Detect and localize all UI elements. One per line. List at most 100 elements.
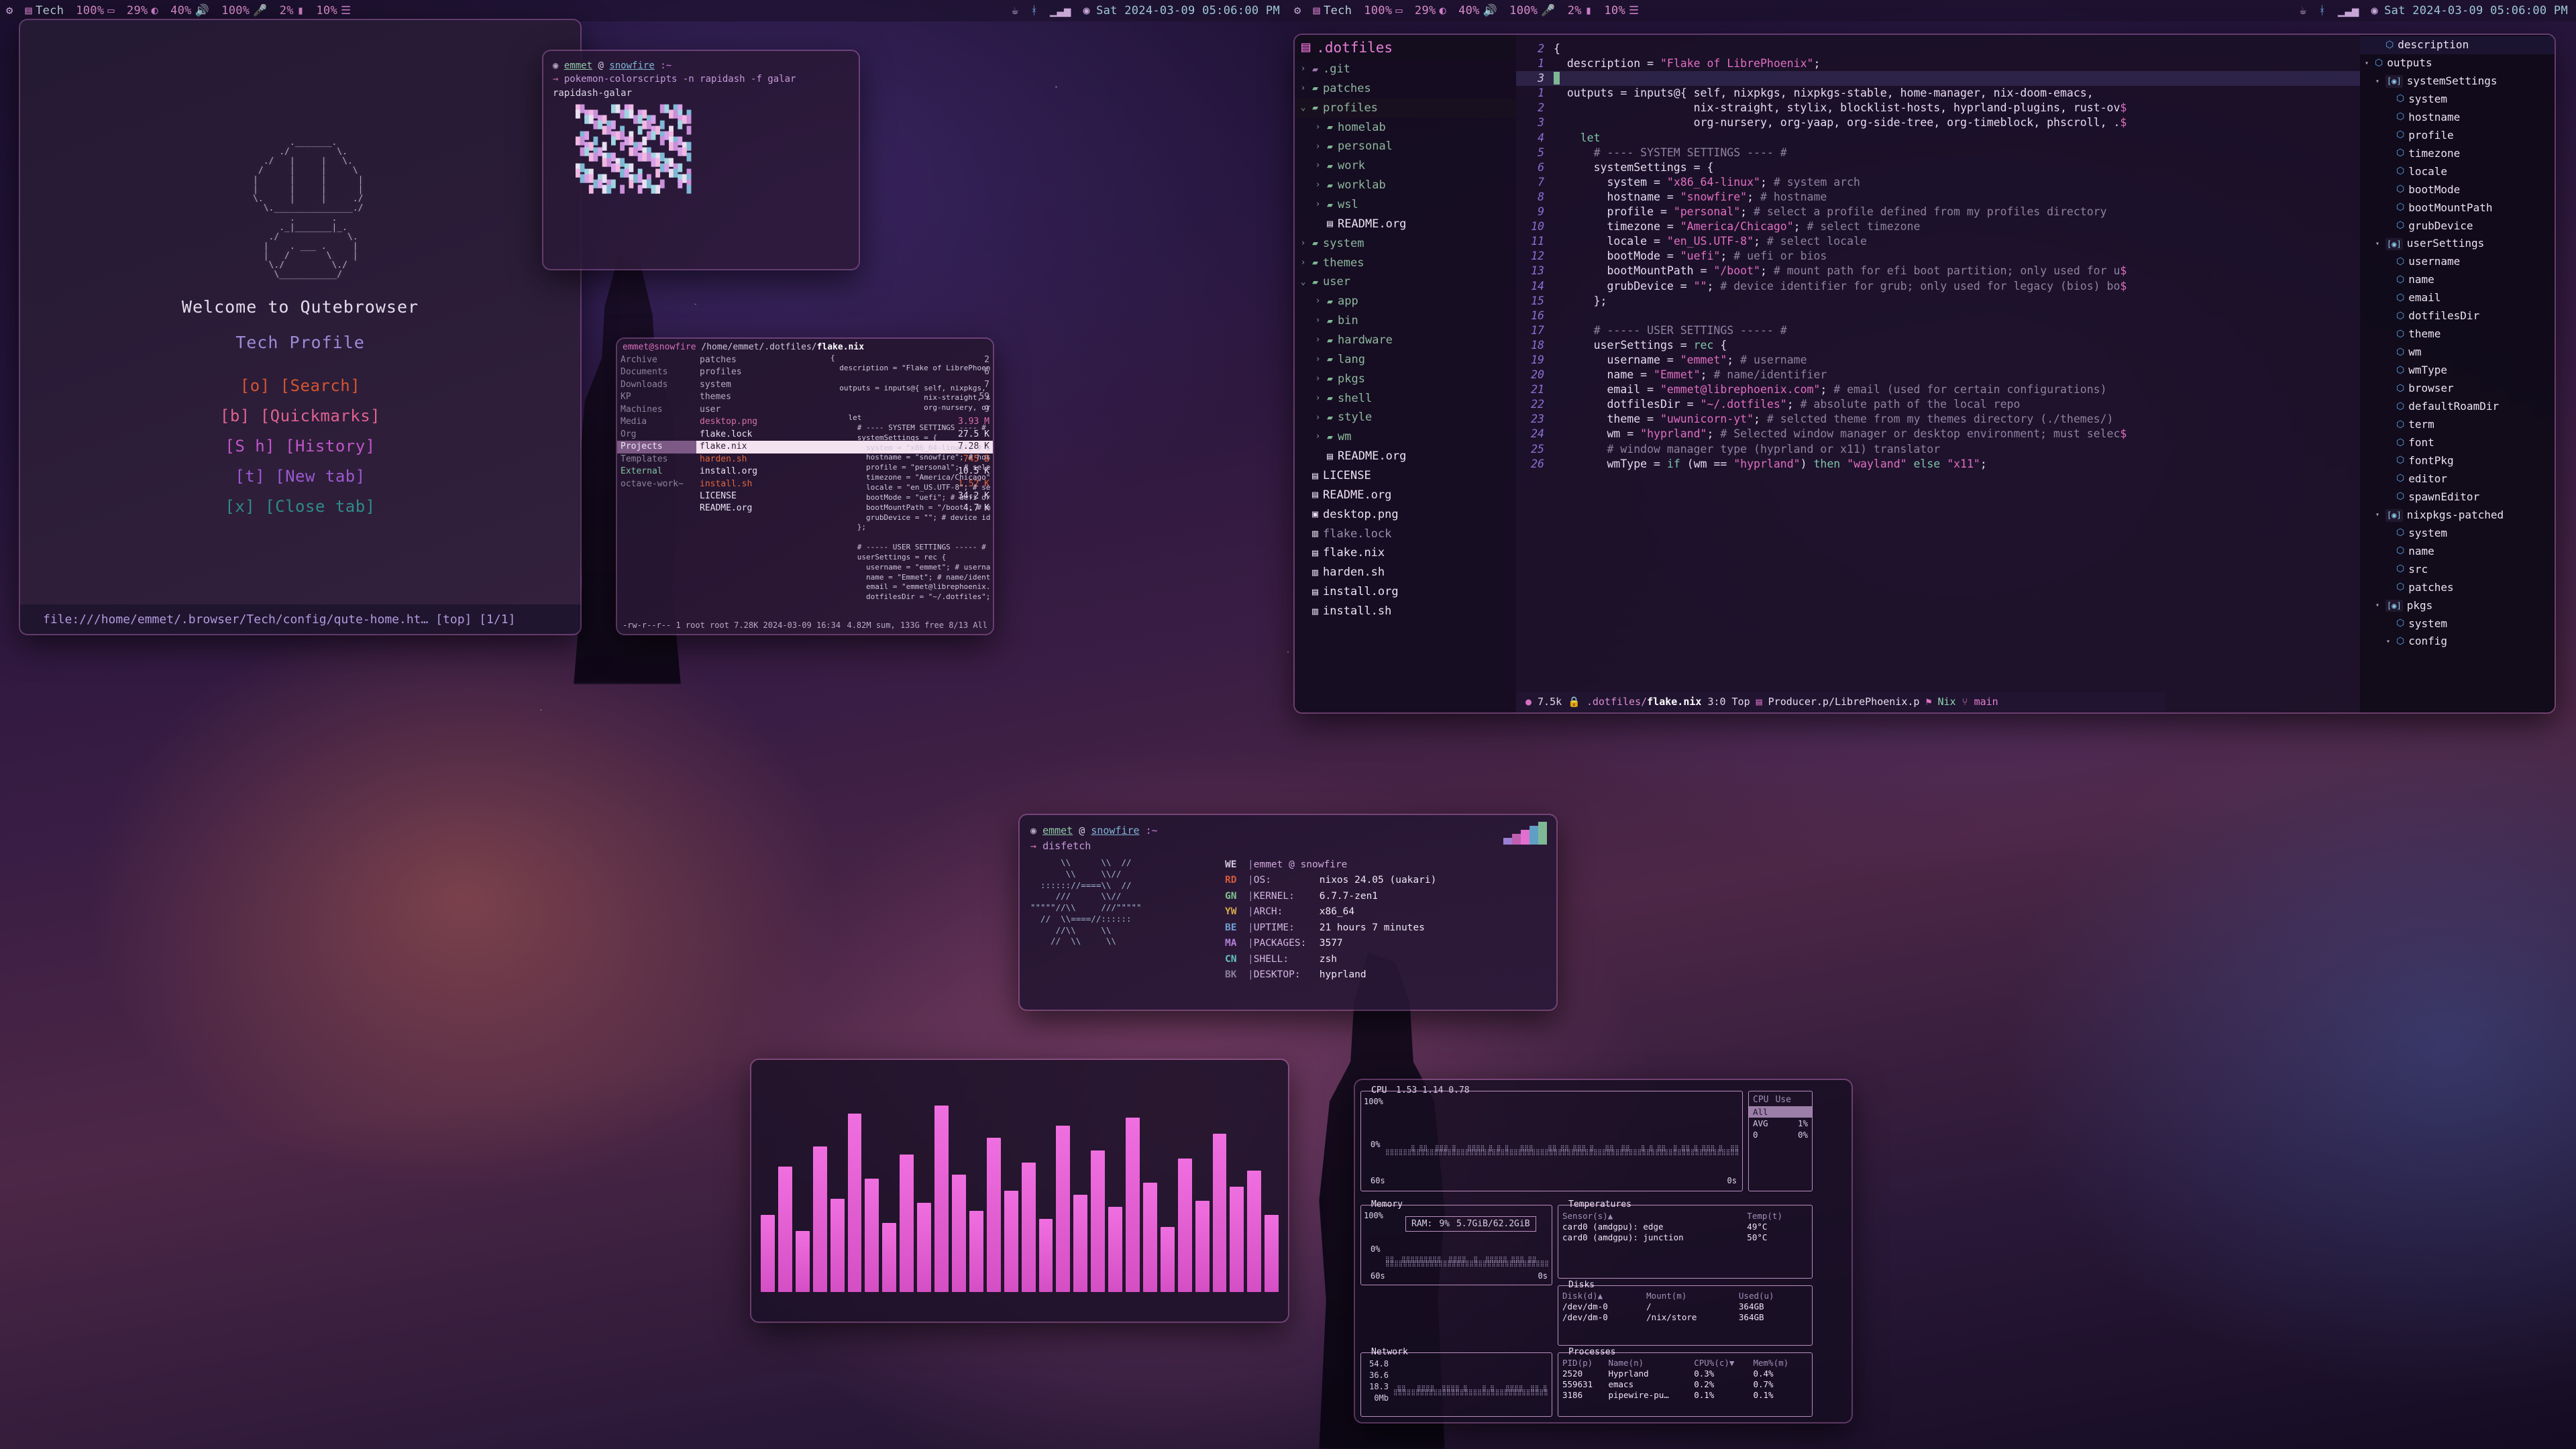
treemacs-node[interactable]: ▤ LICENSE [1295, 466, 1516, 486]
ranger-parent-item[interactable]: octave-work~ [617, 478, 696, 490]
outline-node[interactable]: ▾ ⬡ config [2360, 633, 2555, 651]
outline-node[interactable]: ▾ [◉] nixpkgs-patched [2360, 506, 2555, 525]
outline-node[interactable]: ⬡ theme [2360, 325, 2555, 343]
btop-table-header[interactable]: CPU%(c)▼ [1694, 1358, 1753, 1368]
gear-icon[interactable]: ⚙ [0, 4, 19, 17]
outline-node[interactable]: ⬡ system [2360, 525, 2555, 543]
chevron-icon[interactable]: › [1299, 62, 1307, 76]
chevron-icon[interactable]: › [1313, 411, 1322, 425]
ranger-parent-item[interactable]: KP [617, 391, 696, 403]
treemacs-node[interactable]: › ▰ style [1295, 408, 1516, 427]
outline-node[interactable]: ⬡ name [2360, 271, 2555, 289]
treemacs-node[interactable]: ▤ install.org [1295, 582, 1516, 602]
battery-indicator[interactable]: 29% ◐ [121, 4, 164, 17]
chevron-icon[interactable]: › [1313, 178, 1322, 193]
treemacs-node[interactable]: › ▰ shell [1295, 389, 1516, 409]
brightness-indicator[interactable]: 100% ▭ [70, 4, 121, 17]
btop-table-header[interactable]: Disk(d)▲ [1562, 1291, 1646, 1301]
cpu-indicator-2[interactable]: 2% ▮ [1562, 4, 1599, 17]
chevron-icon[interactable]: › [1313, 353, 1322, 367]
outline-node[interactable]: ⬡ email [2360, 289, 2555, 307]
btop-table-header[interactable]: Sensor(s)▲ [1562, 1211, 1747, 1222]
chevron-icon[interactable]: › [1299, 237, 1307, 251]
cpu-indicator[interactable]: 2% ▮ [274, 4, 311, 17]
btop-table-header[interactable]: Mem%(m) [1753, 1358, 1805, 1368]
chevron-icon[interactable]: › [1313, 314, 1322, 328]
signal-icon-2[interactable]: ▁▃▅ [2332, 4, 2365, 17]
workspace-indicator-2[interactable]: ▤ Tech [1307, 4, 1358, 17]
outline-node[interactable]: ⬡ spawnEditor [2360, 488, 2555, 506]
outline-node[interactable]: ⬡ term [2360, 416, 2555, 434]
chevron-icon[interactable]: ⌄ [1299, 276, 1307, 290]
triangle-icon[interactable]: ▾ [2373, 600, 2381, 611]
treemacs-node[interactable]: ▤ flake.nix [1295, 543, 1516, 563]
btop-process-row[interactable]: 2520 Hyprland 0.3% 0.4% [1562, 1368, 1806, 1379]
chevron-icon[interactable]: › [1313, 198, 1322, 212]
qutebrowser-menu-item[interactable]: [S h] [History] [225, 437, 375, 455]
outline-node[interactable]: ⬡ hostname [2360, 109, 2555, 127]
treemacs-node[interactable]: › ▰ work [1295, 156, 1516, 176]
btop-disk-row[interactable]: /dev/dm-0/364GB [1562, 1301, 1806, 1312]
outline-node[interactable]: ⬡ src [2360, 561, 2555, 579]
treemacs-node[interactable]: › ▰ themes [1295, 254, 1516, 273]
outline-node[interactable]: ⬡ browser [2360, 380, 2555, 398]
treemacs-node[interactable]: › ▰ pkgs [1295, 370, 1516, 389]
disfetch-terminal-window[interactable]: ◉ emmet @ snowfire :~ → disfetch \\ \\ /… [1020, 815, 1556, 1010]
battery-indicator-2[interactable]: 29% ◐ [1409, 4, 1452, 17]
outline-node[interactable]: ▾ [◉] pkgs [2360, 597, 2555, 615]
outline-node[interactable]: ⬡ dotfilesDir [2360, 307, 2555, 325]
qutebrowser-menu-item[interactable]: [x] [Close tab] [225, 497, 375, 516]
chevron-icon[interactable]: › [1313, 294, 1322, 309]
treemacs-node[interactable]: › ▰ wsl [1295, 195, 1516, 215]
outline-node[interactable]: ⬡ timezone [2360, 145, 2555, 163]
btop-system-monitor-window[interactable]: CPU 1.53 1.14 0.78 100% 0% 60s 0s ⣿⣿ ⣿ ⣿… [1355, 1080, 1851, 1422]
ranger-parent-item[interactable]: Media [617, 416, 696, 428]
triangle-icon[interactable]: ▾ [2363, 58, 2371, 69]
outline-node[interactable]: ⬡ defaultRoamDir [2360, 398, 2555, 416]
emacs-code-buffer[interactable]: 2{1 description = "Flake of LibrePhoenix… [1516, 35, 2360, 712]
chevron-icon[interactable]: › [1313, 333, 1322, 347]
triangle-icon[interactable]: ▾ [2373, 510, 2381, 521]
microphone-indicator-2[interactable]: 100% 🎤 [1503, 4, 1562, 17]
ranger-file-manager-window[interactable]: emmet@snowfire /home/emmet/.dotfiles/fla… [617, 339, 993, 634]
treemacs-node[interactable]: ▥ flake.lock [1295, 525, 1516, 544]
treemacs-node[interactable]: ⌄ ▰ profiles [1295, 99, 1516, 118]
btop-table-header[interactable]: Mount(m) [1646, 1291, 1739, 1301]
chevron-icon[interactable]: › [1313, 159, 1322, 173]
ranger-parent-column[interactable]: Archive Documents Downloads KP Machines Media… [617, 354, 696, 515]
treemacs-node[interactable]: ▤ README.org [1295, 215, 1516, 234]
brightness-indicator-2[interactable]: 100% ▭ [1358, 4, 1409, 17]
treemacs-node[interactable]: ▣ desktop.png [1295, 505, 1516, 525]
btop-process-row[interactable]: 559631 emacs 0.2% 0.7% [1562, 1379, 1806, 1390]
chevron-icon[interactable]: › [1313, 121, 1322, 135]
btop-temperature-row[interactable]: card0 (amdgpu): edge 49°C [1562, 1222, 1806, 1232]
ranger-parent-item[interactable]: Archive [617, 354, 696, 366]
treemacs-node[interactable]: › ▰ homelab [1295, 118, 1516, 138]
chevron-icon[interactable]: › [1313, 430, 1322, 444]
qutebrowser-window[interactable]: ._______. ./ \. ./ | | \. / | | \ | | | … [20, 20, 580, 634]
treemacs-node[interactable]: › ▰ worklab [1295, 176, 1516, 195]
btop-table-header[interactable]: Name(n) [1608, 1358, 1694, 1368]
treemacs-node[interactable]: › ▰ bin [1295, 311, 1516, 331]
outline-node[interactable]: ⬡ wm [2360, 343, 2555, 362]
volume-indicator-2[interactable]: 40% 🔊 [1452, 4, 1503, 17]
btop-process-row[interactable]: 3186 pipewire-pu… 0.1% 0.1% [1562, 1390, 1806, 1401]
emacs-treemacs-sidebar[interactable]: ▤ .dotfiles › ▰ .git › ▰ patches ⌄ ▰ profiles › ▰ h… [1295, 35, 1516, 712]
coffee-icon-2[interactable]: ☕ [2294, 4, 2313, 17]
treemacs-node[interactable]: ▥ harden.sh [1295, 563, 1516, 582]
treemacs-node[interactable]: › ▰ wm [1295, 427, 1516, 447]
treemacs-node[interactable]: ▤ README.org [1295, 486, 1516, 505]
btop-table-header[interactable]: Temp(t) [1747, 1211, 1806, 1222]
microphone-indicator[interactable]: 100% 🎤 [215, 4, 274, 17]
outline-node[interactable]: ⬡ font [2360, 434, 2555, 452]
workspace-indicator[interactable]: ▤ Tech [19, 4, 70, 17]
ranger-parent-item[interactable]: External [617, 466, 696, 478]
qutebrowser-menu-item[interactable]: [b] [Quickmarks] [220, 407, 380, 425]
treemacs-node[interactable]: › ▰ lang [1295, 350, 1516, 370]
treemacs-node[interactable]: › ▰ system [1295, 234, 1516, 254]
outline-node[interactable]: ⬡ grubDevice [2360, 217, 2555, 235]
chevron-icon[interactable]: › [1299, 82, 1307, 96]
outline-node[interactable]: ⬡ description [2360, 36, 2555, 54]
chevron-icon[interactable]: › [1313, 140, 1322, 154]
signal-icon[interactable]: ▁▃▅ [1044, 4, 1077, 17]
